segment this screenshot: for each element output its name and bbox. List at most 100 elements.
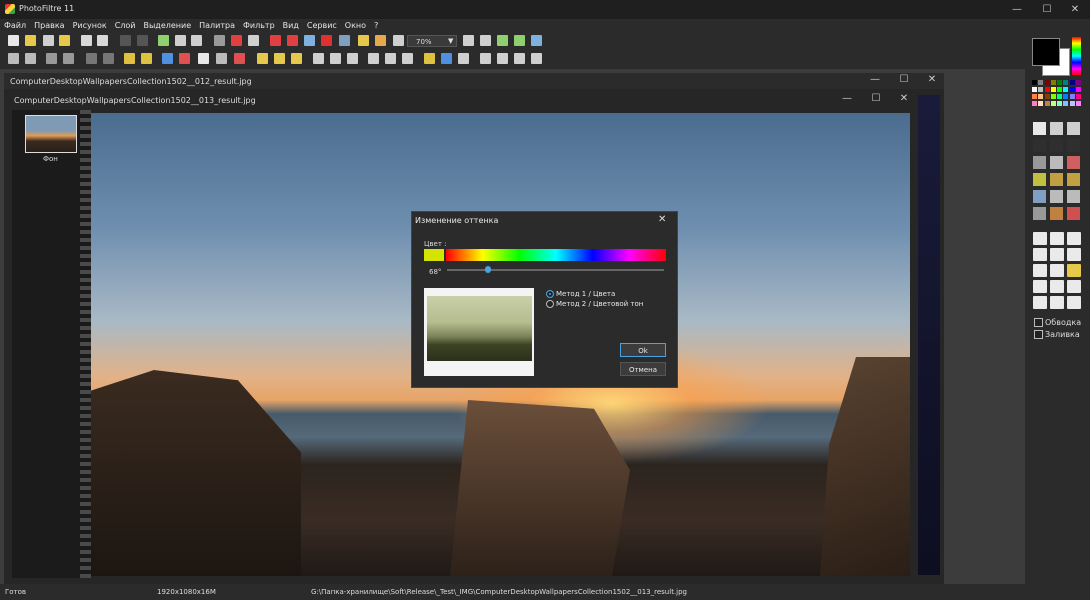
menu-window[interactable]: Окно	[341, 19, 370, 32]
blur-icon[interactable]	[216, 53, 227, 64]
scan-icon[interactable]	[97, 35, 108, 46]
rounded-rect-shape-icon[interactable]	[1067, 232, 1081, 245]
pattern-tool-icon[interactable]	[1033, 207, 1046, 220]
rotate-back-icon[interactable]	[531, 53, 542, 64]
ellipse-shape-icon[interactable]	[1050, 232, 1064, 245]
flip-vertical-icon[interactable]	[497, 53, 508, 64]
polygon-shape-icon[interactable]	[1050, 264, 1064, 277]
new-file-icon[interactable]	[8, 35, 19, 46]
auto-contrast-icon[interactable]	[25, 53, 36, 64]
menu-selection[interactable]: Выделение	[139, 19, 195, 32]
eraser-tool-icon[interactable]	[1067, 156, 1080, 169]
menu-tools[interactable]: Сервис	[303, 19, 341, 32]
lasso-shape-icon[interactable]	[1033, 264, 1047, 277]
marker-icon[interactable]	[321, 35, 332, 46]
diamond-shape-icon[interactable]	[1033, 248, 1047, 261]
hue-icon[interactable]	[441, 53, 452, 64]
blur-drop-tool-icon[interactable]	[1033, 190, 1046, 203]
crop-icon[interactable]	[214, 35, 225, 46]
effect-icon[interactable]	[287, 35, 298, 46]
fullscreen-icon[interactable]	[531, 35, 542, 46]
save-icon[interactable]	[43, 35, 54, 46]
method2-radio[interactable]	[546, 300, 554, 308]
menu-image[interactable]: Рисунок	[69, 19, 111, 32]
wand-icon[interactable]	[339, 35, 350, 46]
fog-icon[interactable]	[385, 53, 396, 64]
advanced-brush-tool-icon[interactable]	[1067, 173, 1080, 186]
fit-window-icon[interactable]	[497, 35, 508, 46]
gamma-up-icon[interactable]	[162, 53, 173, 64]
gradient-icon[interactable]	[313, 53, 324, 64]
foreground-color-swatch[interactable]	[1032, 38, 1060, 66]
drop-icon[interactable]	[330, 53, 341, 64]
select-tool-icon[interactable]	[1050, 122, 1063, 135]
auto-level-icon[interactable]	[8, 53, 19, 64]
darkness-icon[interactable]	[63, 53, 74, 64]
actual-size-icon[interactable]	[514, 35, 525, 46]
filter-icon[interactable]	[270, 35, 281, 46]
clone-tool-icon[interactable]	[1050, 207, 1063, 220]
select-column-icon[interactable]	[1033, 296, 1047, 309]
texture-icon[interactable]	[368, 53, 379, 64]
rectangle-shape-icon[interactable]	[1033, 232, 1047, 245]
color-balance-icon[interactable]	[424, 53, 435, 64]
menu-edit[interactable]: Правка	[30, 19, 68, 32]
bucket-tool-icon[interactable]	[1033, 156, 1046, 169]
invert-icon[interactable]	[458, 53, 469, 64]
doc-close-button[interactable]: ✕	[917, 72, 947, 88]
open-shape-icon[interactable]	[1067, 264, 1081, 277]
select-grid-icon[interactable]	[1067, 296, 1081, 309]
pencil-line-tool-icon[interactable]	[1067, 139, 1080, 152]
dialog-close-icon[interactable]: ✕	[658, 214, 666, 225]
close-button[interactable]: ✕	[1060, 0, 1090, 19]
spray-tool-icon[interactable]	[1050, 156, 1063, 169]
transform-icon[interactable]	[291, 53, 302, 64]
browser-icon[interactable]	[393, 35, 404, 46]
brush-tool-icon[interactable]	[1050, 173, 1063, 186]
menu-file[interactable]: Файл	[0, 19, 30, 32]
mountain-icon[interactable]	[402, 53, 413, 64]
line-tool-icon[interactable]	[1050, 139, 1063, 152]
grayscale-icon[interactable]	[198, 53, 209, 64]
menu-view[interactable]: Вид	[279, 19, 303, 32]
red-eye-tool-icon[interactable]	[1067, 207, 1080, 220]
minimize-button[interactable]: —	[1002, 0, 1032, 19]
gamma-down-icon[interactable]	[179, 53, 190, 64]
select-crop-icon[interactable]	[1050, 296, 1064, 309]
move-icon[interactable]	[257, 53, 268, 64]
paste-icon[interactable]	[175, 35, 186, 46]
finger-tool-icon[interactable]	[1050, 190, 1063, 203]
doc2-close-button[interactable]: ✕	[889, 91, 919, 107]
sparkle-icon[interactable]	[358, 35, 369, 46]
saturation-up-icon[interactable]	[124, 53, 135, 64]
select-all-icon[interactable]	[1033, 280, 1047, 293]
method1-radio[interactable]	[546, 290, 554, 298]
eyedropper-tool-icon[interactable]	[1033, 139, 1046, 152]
select-fit-icon[interactable]	[1067, 280, 1081, 293]
doc-minimize-button[interactable]: —	[860, 72, 890, 88]
zoom-out-icon[interactable]	[480, 35, 491, 46]
hand-tool-icon[interactable]	[1067, 122, 1080, 135]
doc-maximize-button[interactable]: ☐	[889, 72, 919, 88]
pointer-tool-icon[interactable]	[1033, 122, 1046, 135]
open-folder-icon[interactable]	[25, 35, 36, 46]
color-spectrum[interactable]	[1072, 37, 1081, 75]
layer-thumbnail[interactable]	[25, 115, 77, 153]
outline-checkbox[interactable]	[1034, 318, 1043, 327]
rotate-icon[interactable]	[514, 53, 525, 64]
menu-palette[interactable]: Палитра	[195, 19, 239, 32]
zoom-in-icon[interactable]	[463, 35, 474, 46]
smudge-tool-icon[interactable]	[1067, 190, 1080, 203]
maximize-button[interactable]: ☐	[1032, 0, 1062, 19]
cancel-button[interactable]: Отмена	[620, 362, 666, 376]
paste-new-icon[interactable]	[191, 35, 202, 46]
triangle-shape-icon[interactable]	[1050, 248, 1064, 261]
triangle-right-shape-icon[interactable]	[1067, 248, 1081, 261]
brightness-icon[interactable]	[46, 53, 57, 64]
print-icon[interactable]	[81, 35, 92, 46]
contrast-up-icon[interactable]	[86, 53, 97, 64]
saturation-down-icon[interactable]	[141, 53, 152, 64]
stamp-icon[interactable]	[375, 35, 386, 46]
pencil-tool-icon[interactable]	[1033, 173, 1046, 186]
sharpen-icon[interactable]	[234, 53, 245, 64]
